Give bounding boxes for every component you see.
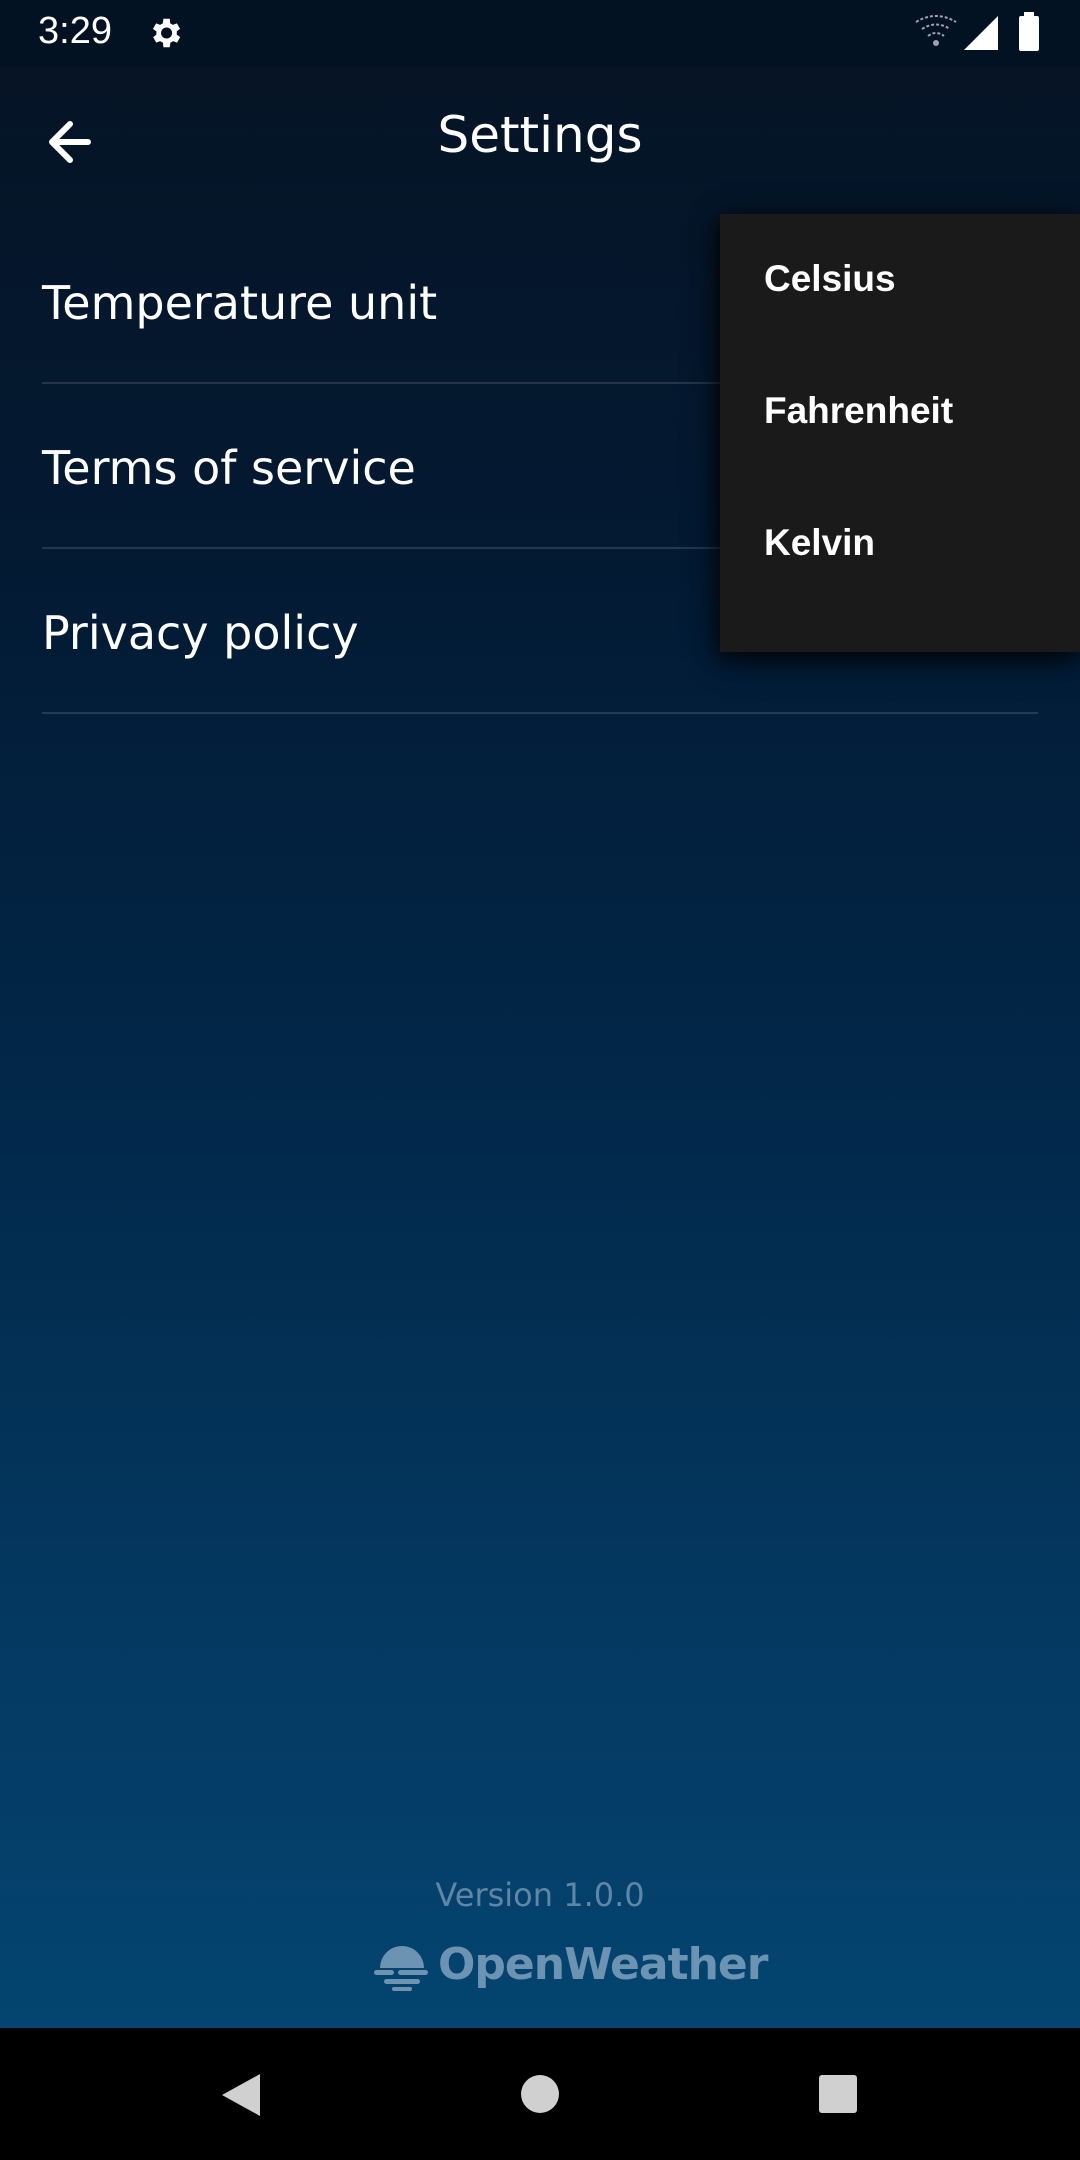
battery-icon bbox=[1019, 12, 1039, 51]
app-screen: 3:29 Settings Temperature unit Terms of … bbox=[0, 0, 1080, 2028]
system-nav-bar bbox=[0, 2028, 1080, 2160]
app-bar: Settings bbox=[0, 66, 1080, 216]
openweather-logo-icon bbox=[374, 1946, 428, 1991]
status-time: 3:29 bbox=[38, 10, 112, 52]
page-title: Settings bbox=[437, 106, 643, 164]
version-text: Version 1.0.0 bbox=[435, 1876, 645, 1914]
menu-item-kelvin[interactable]: Kelvin bbox=[720, 478, 1080, 610]
menu-item-label: Fahrenheit bbox=[764, 390, 954, 431]
nav-home-icon[interactable] bbox=[520, 2074, 560, 2114]
settings-gear-icon bbox=[152, 18, 181, 48]
settings-item-label: Temperature unit bbox=[42, 276, 438, 330]
brand-logo-group: OpenWeather bbox=[372, 1934, 768, 1994]
wifi-icon bbox=[915, 15, 957, 46]
status-bar: 3:29 bbox=[0, 0, 1080, 66]
menu-item-celsius[interactable]: Celsius bbox=[720, 214, 1080, 346]
nav-back-icon[interactable] bbox=[216, 2070, 266, 2120]
brand-name: OpenWeather bbox=[438, 1938, 768, 1990]
menu-item-label: Celsius bbox=[764, 258, 896, 299]
menu-item-fahrenheit[interactable]: Fahrenheit bbox=[720, 346, 1080, 478]
signal-icon bbox=[964, 16, 998, 50]
nav-recents-icon[interactable] bbox=[818, 2074, 858, 2114]
temperature-unit-menu: Celsius Fahrenheit Kelvin bbox=[720, 214, 1080, 652]
menu-item-label: Kelvin bbox=[764, 522, 876, 563]
settings-item-label: Terms of service bbox=[42, 441, 416, 495]
settings-item-label: Privacy policy bbox=[42, 606, 359, 660]
